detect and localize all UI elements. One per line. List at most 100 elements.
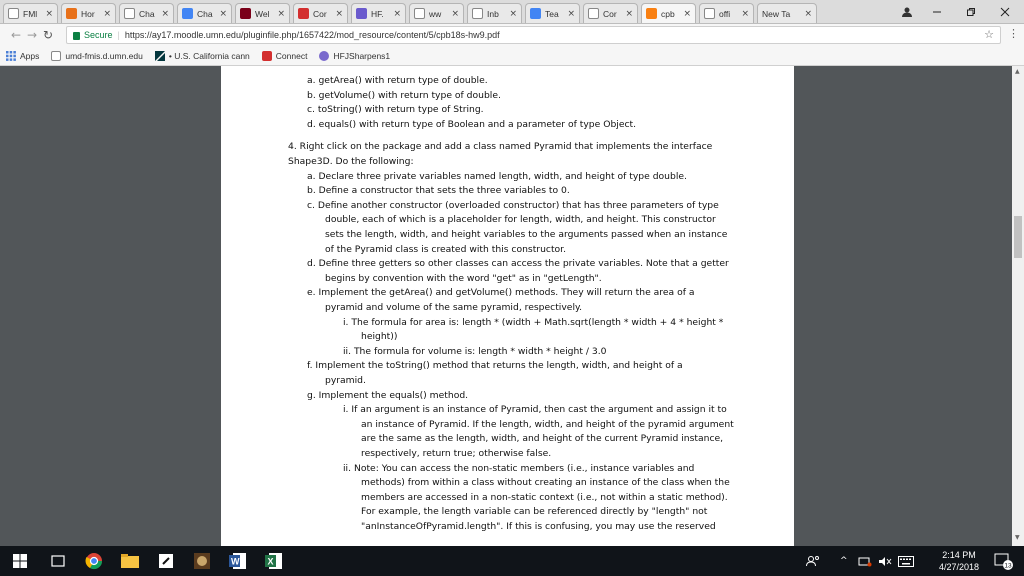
c-icon — [66, 8, 77, 19]
tab-4[interactable]: Wel × — [235, 3, 290, 23]
google-icon — [704, 8, 715, 19]
tab-2[interactable]: Cha × — [119, 3, 174, 23]
secure-label: Secure — [84, 30, 113, 40]
tab-10[interactable]: Cor × — [583, 3, 638, 23]
docs-icon — [530, 8, 541, 19]
doc-line: members are accessed in a non-static con… — [361, 491, 728, 503]
doc-line: f. Implement the toString() method that … — [307, 360, 683, 372]
doc-line: begins by convention with the word "get"… — [325, 272, 602, 284]
url-text[interactable]: https://ay17.moodle.umn.edu/pluginfile.p… — [125, 30, 500, 40]
people-icon[interactable] — [806, 546, 820, 576]
doc-icon — [588, 8, 599, 19]
doc-line: c. toString() with return type of String… — [307, 104, 484, 116]
close-tab-icon[interactable]: × — [683, 9, 691, 19]
bookmark-hfjsharpens[interactable]: HFJSharpens1 — [319, 50, 390, 61]
volume-icon[interactable] — [878, 546, 892, 576]
tab-9[interactable]: Tea × — [525, 3, 580, 23]
excel-icon[interactable]: X — [256, 546, 292, 576]
notepad-icon[interactable] — [148, 546, 184, 576]
tab-7[interactable]: ww × — [409, 3, 464, 23]
task-view-icon[interactable] — [40, 546, 76, 576]
pdf-viewer[interactable]: a. getArea() with return type of double.… — [0, 66, 1012, 546]
gmail-icon — [472, 8, 483, 19]
close-tab-icon[interactable]: × — [741, 9, 749, 19]
doc-line: ii. Note: You can access the non-static … — [343, 462, 695, 474]
close-tab-icon[interactable]: × — [161, 9, 169, 19]
globe-icon — [356, 8, 367, 19]
tab-13[interactable]: New Ta × — [757, 3, 817, 23]
scrollbar-thumb[interactable] — [1014, 216, 1022, 258]
clock-date: 4/27/2018 — [938, 562, 980, 572]
reload-icon[interactable]: ↻ — [40, 28, 56, 42]
star-icon[interactable]: ☆ — [984, 28, 994, 41]
tab-11[interactable]: cpb × — [641, 3, 696, 23]
bookmark-apps[interactable]: Apps — [6, 50, 40, 61]
bookmark-connect[interactable]: Connect — [261, 50, 307, 61]
doc-line: a. Declare three private variables named… — [307, 170, 687, 182]
doc-line: c. Define another constructor (overloade… — [307, 199, 719, 211]
action-center-icon[interactable]: 13 — [994, 546, 1014, 576]
wifi-icon[interactable] — [858, 546, 872, 576]
tab-label: cpb — [661, 8, 675, 19]
vertical-scrollbar[interactable]: ▲ ▼ — [1012, 66, 1024, 546]
doc-line: are the same as the length, width, and h… — [361, 433, 724, 445]
tab-strip: FMl × Hor × Cha × Cha × Wel × Cor × HF. × ww × Inb × Tea × C… — [0, 0, 1024, 24]
close-tab-icon[interactable]: × — [219, 9, 227, 19]
tab-5[interactable]: Cor × — [293, 3, 348, 23]
start-button[interactable] — [0, 546, 40, 576]
tab-label: FMl — [23, 8, 38, 19]
tab-label: Cha — [197, 8, 213, 19]
tab-label: Cha — [139, 8, 155, 19]
close-tab-icon[interactable]: × — [567, 9, 575, 19]
lock-icon — [73, 32, 80, 40]
scroll-down-icon[interactable]: ▼ — [1015, 534, 1020, 541]
game-app-icon[interactable] — [184, 546, 220, 576]
tab-3[interactable]: Cha × — [177, 3, 232, 23]
file-explorer-icon[interactable] — [112, 546, 148, 576]
doc-line: Shape3D. Do the following: — [288, 156, 414, 167]
menu-icon[interactable]: ⋮ — [1008, 27, 1019, 40]
tab-6[interactable]: HF. × — [351, 3, 406, 23]
tab-12[interactable]: offi × — [699, 3, 754, 23]
address-bar[interactable]: Secure | https://ay17.moodle.umn.edu/plu… — [66, 26, 1001, 44]
tab-label: New Ta — [762, 8, 791, 19]
back-icon[interactable]: ← — [8, 28, 24, 42]
profile-icon[interactable] — [890, 0, 924, 24]
close-tab-icon[interactable]: × — [625, 9, 633, 19]
bookmark-umd-fmis[interactable]: umd-fmis.d.umn.edu — [51, 50, 143, 61]
security-indicator[interactable]: Secure — [73, 30, 113, 40]
keyboard-icon[interactable] — [898, 546, 914, 576]
close-tab-icon[interactable]: × — [509, 9, 517, 19]
minimize-icon[interactable] — [920, 0, 954, 24]
tab-8[interactable]: Inb × — [467, 3, 522, 23]
close-tab-icon[interactable]: × — [804, 9, 812, 19]
close-tab-icon[interactable]: × — [335, 9, 343, 19]
tab-label: Hor — [81, 8, 95, 19]
close-tab-icon[interactable]: × — [277, 9, 285, 19]
forward-icon[interactable]: → — [24, 28, 40, 42]
close-window-icon[interactable] — [988, 0, 1022, 24]
bookmark-california[interactable]: • U.S. California cann — [154, 50, 250, 61]
tab-1[interactable]: Hor × — [61, 3, 116, 23]
bookmark-label: • U.S. California cann — [168, 50, 250, 61]
close-tab-icon[interactable]: × — [103, 9, 111, 19]
doc-line: "anInstanceOfPyramid.length". If this is… — [361, 521, 716, 532]
tab-0[interactable]: FMl × — [3, 3, 58, 23]
doc-line: methods) from within a class without cre… — [361, 477, 730, 489]
pdf-page: a. getArea() with return type of double.… — [221, 66, 794, 546]
show-hidden-icons[interactable]: ^ — [840, 546, 848, 576]
bookmark-label: umd-fmis.d.umn.edu — [65, 50, 143, 61]
connect-icon — [298, 8, 309, 19]
close-tab-icon[interactable]: × — [393, 9, 401, 19]
chrome-icon[interactable] — [76, 546, 112, 576]
clock[interactable]: 2:14 PM 4/27/2018 — [930, 546, 988, 576]
doc-line: i. The formula for area is: length * (wi… — [343, 316, 724, 328]
doc-line: respectively, return true; otherwise fal… — [361, 448, 552, 459]
scroll-up-icon[interactable]: ▲ — [1015, 68, 1020, 75]
word-icon[interactable]: W — [220, 546, 256, 576]
tab-label: Cor — [313, 8, 327, 19]
close-tab-icon[interactable]: × — [45, 9, 53, 19]
restore-icon[interactable] — [954, 0, 988, 24]
close-tab-icon[interactable]: × — [451, 9, 459, 19]
bookmark-label: Apps — [20, 50, 40, 61]
